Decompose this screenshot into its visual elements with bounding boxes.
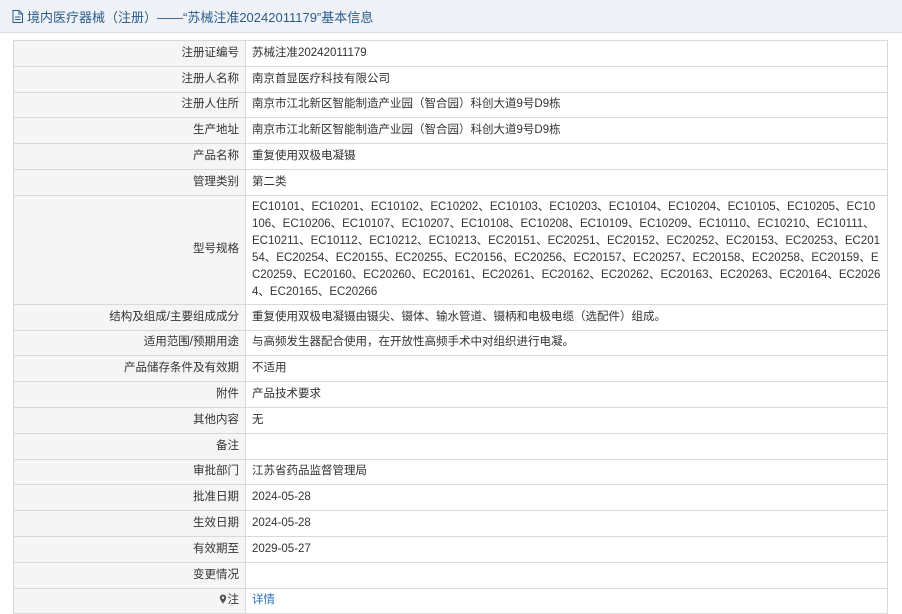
row-label: 批准日期 xyxy=(13,484,246,512)
note-row: 注 详情 xyxy=(13,587,888,614)
page-title: 境内医疗器械（注册）——“苏械注准20242011179”基本信息 xyxy=(27,9,374,25)
info-table-container: 注册证编号 苏械注准20242011179 注册人名称 南京首显医疗科技有限公司… xyxy=(13,40,888,614)
row-value: 2024-05-28 xyxy=(245,510,888,537)
row-value: 无 xyxy=(245,406,888,434)
table-row: 批准日期 2024-05-28 xyxy=(13,484,888,512)
row-value: 不适用 xyxy=(245,355,888,383)
row-value xyxy=(245,561,888,589)
row-label: 备注 xyxy=(13,432,246,460)
row-label: 注册人住所 xyxy=(13,91,246,119)
row-label: 生效日期 xyxy=(13,510,246,537)
row-label: 注册证编号 xyxy=(13,40,246,67)
table-row: 变更情况 xyxy=(13,561,888,589)
map-pin-icon xyxy=(219,593,227,604)
row-value: 2024-05-28 xyxy=(245,484,888,512)
table-row: 注册证编号 苏械注准20242011179 xyxy=(13,40,888,67)
row-label: 附件 xyxy=(13,381,246,408)
table-row: 审批部门 江苏省药品监督管理局 xyxy=(13,458,888,486)
row-value: 重复使用双极电凝镊 xyxy=(245,143,888,170)
table-row: 生效日期 2024-05-28 xyxy=(13,510,888,537)
table-row: 产品名称 重复使用双极电凝镊 xyxy=(13,143,888,170)
row-label: 注册人名称 xyxy=(13,65,246,93)
table-row: 注册人住所 南京市江北新区智能制造产业园（智合园）科创大道9号D9栋 xyxy=(13,91,888,119)
note-value-cell: 详情 xyxy=(245,587,888,614)
row-label: 其他内容 xyxy=(13,406,246,434)
table-row: 备注 xyxy=(13,432,888,460)
row-value: 第二类 xyxy=(245,168,888,196)
row-label: 变更情况 xyxy=(13,561,246,589)
row-value: EC10101、EC10201、EC10102、EC10202、EC10103、… xyxy=(245,194,888,305)
note-label-cell: 注 xyxy=(13,587,246,614)
row-label: 适用范围/预期用途 xyxy=(13,329,246,357)
row-value: 南京首显医疗科技有限公司 xyxy=(245,65,888,93)
row-value: 南京市江北新区智能制造产业园（智合园）科创大道9号D9栋 xyxy=(245,117,888,145)
page: 境内医疗器械（注册）——“苏械注准20242011179”基本信息 注册证编号 … xyxy=(0,0,902,614)
table-row: 其他内容 无 xyxy=(13,406,888,434)
row-value: 江苏省药品监督管理局 xyxy=(245,458,888,486)
row-value: 苏械注准20242011179 xyxy=(245,40,888,67)
page-header: 境内医疗器械（注册）——“苏械注准20242011179”基本信息 xyxy=(0,0,902,33)
table-row: 产品储存条件及有效期 不适用 xyxy=(13,355,888,383)
info-table: 注册证编号 苏械注准20242011179 注册人名称 南京首显医疗科技有限公司… xyxy=(13,40,888,614)
row-label: 管理类别 xyxy=(13,168,246,196)
row-label: 产品名称 xyxy=(13,143,246,170)
row-label: 结构及组成/主要组成成分 xyxy=(13,303,246,331)
table-row: 结构及组成/主要组成成分 重复使用双极电凝镊由镊尖、镊体、输水管道、镊柄和电极电… xyxy=(13,303,888,331)
row-value: 产品技术要求 xyxy=(245,381,888,408)
row-label: 产品储存条件及有效期 xyxy=(13,355,246,383)
row-value xyxy=(245,432,888,460)
table-row: 注册人名称 南京首显医疗科技有限公司 xyxy=(13,65,888,93)
row-label: 型号规格 xyxy=(13,194,246,305)
table-row: 有效期至 2029-05-27 xyxy=(13,535,888,563)
row-value: 重复使用双极电凝镊由镊尖、镊体、输水管道、镊柄和电极电缆（选配件）组成。 xyxy=(245,303,888,331)
row-value: 南京市江北新区智能制造产业园（智合园）科创大道9号D9栋 xyxy=(245,91,888,119)
table-row: 附件 产品技术要求 xyxy=(13,381,888,408)
document-icon xyxy=(12,9,23,23)
row-value: 2029-05-27 xyxy=(245,535,888,563)
table-row: 管理类别 第二类 xyxy=(13,168,888,196)
row-label: 有效期至 xyxy=(13,535,246,563)
table-row: 生产地址 南京市江北新区智能制造产业园（智合园）科创大道9号D9栋 xyxy=(13,117,888,145)
table-row: 型号规格 EC10101、EC10201、EC10102、EC10202、EC1… xyxy=(13,194,888,305)
row-label: 生产地址 xyxy=(13,117,246,145)
table-row: 适用范围/预期用途 与高频发生器配合使用，在开放性高频手术中对组织进行电凝。 xyxy=(13,329,888,357)
row-value: 与高频发生器配合使用，在开放性高频手术中对组织进行电凝。 xyxy=(245,329,888,357)
row-label: 审批部门 xyxy=(13,458,246,486)
